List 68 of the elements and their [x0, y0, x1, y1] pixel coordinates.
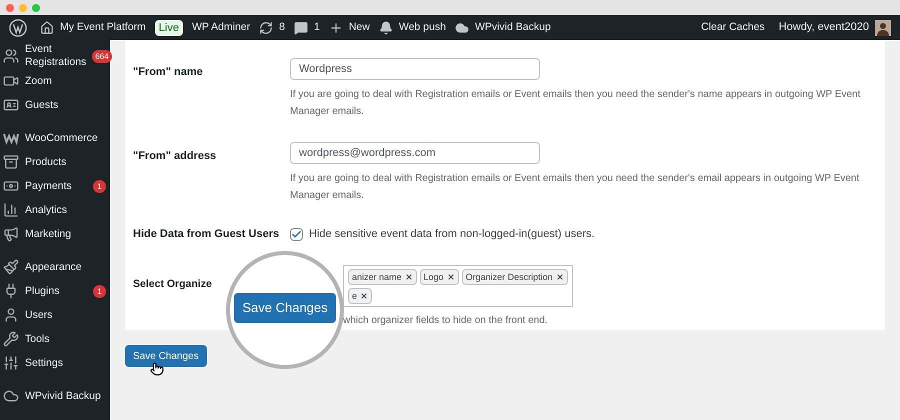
bell-icon [378, 20, 393, 34]
home-icon [40, 20, 54, 34]
megaphone-icon [3, 226, 19, 242]
sidebar-item[interactable]: WPvivid Backup [0, 384, 110, 408]
sidebar-item[interactable]: Guests [0, 93, 110, 117]
sidebar-item[interactable]: Marketing [0, 222, 110, 246]
sidebar-item[interactable]: Payments 1 [0, 174, 110, 198]
refresh-icon [259, 20, 274, 34]
admin-bar-link[interactable]: WPvivid Backup [474, 20, 551, 36]
live-badge: Live [154, 20, 183, 36]
field-label: Hide Data from Guest Users [133, 227, 280, 242]
sidebar-item[interactable]: Plugins 1 [0, 279, 110, 303]
field-label: "From" name [133, 65, 204, 80]
archive-icon [3, 154, 19, 170]
sliders-icon [3, 355, 19, 371]
remove-icon[interactable] [556, 272, 564, 280]
sidebar-item[interactable]: Analytics [0, 198, 110, 222]
checkbox[interactable] [290, 228, 303, 241]
text-input[interactable]: Wordpress [290, 58, 540, 80]
tag-chip[interactable]: Organizer Description [462, 268, 568, 284]
admin-bar-link[interactable]: WP Adminer [192, 20, 250, 36]
tag-chip[interactable]: e [348, 288, 372, 304]
admin-bar-link[interactable]: New [348, 20, 370, 36]
text-input[interactable]: wordpress@wordpress.com [290, 142, 540, 164]
paintbrush-icon [3, 259, 19, 275]
count-badge: 1 [93, 284, 106, 298]
admin-bar-link[interactable]: 1 [314, 20, 320, 36]
wordpress-logo-icon[interactable] [9, 18, 27, 36]
sidebar-item[interactable]: Zoom [0, 69, 110, 93]
cloud-icon [454, 20, 469, 34]
save-button[interactable]: Save Changes [234, 293, 336, 323]
hand-cursor-icon [150, 362, 164, 376]
id-card-icon [3, 97, 19, 113]
tag-chip[interactable]: Logo [420, 268, 459, 284]
sidebar-item[interactable]: Tools [0, 327, 110, 351]
field-label: Select Organize [133, 278, 212, 290]
save-button[interactable]: Save Changes [125, 345, 207, 367]
account-link[interactable]: Howdy, event2020 [778, 19, 869, 36]
checkbox-label: Hide sensitive event data from non-logged-in(guest) users. [309, 227, 595, 242]
plus-icon [328, 20, 343, 34]
count-badge: 1 [93, 180, 106, 192]
tag-chip[interactable]: anizer name [348, 268, 417, 284]
wrench-icon [3, 331, 19, 347]
sidebar-item[interactable]: Users [0, 303, 110, 327]
sidebar-item[interactable]: Appearance [0, 255, 110, 279]
count-badge: 664 [92, 50, 112, 62]
check-icon [291, 228, 302, 240]
sidebar-item[interactable]: Settings [0, 351, 110, 375]
field-description: which organizer fields to hide on the front end. [343, 314, 549, 328]
sidebar-item[interactable]: WooCommerce [0, 126, 110, 150]
field-description: If you are going to deal with Registration emails or Event emails then you need the sender's name appears in outgoing WP Event Manager emails. [290, 88, 862, 119]
admin-bar-link[interactable]: 8 [279, 20, 285, 36]
user-icon [3, 307, 19, 323]
bar-chart-icon [3, 202, 19, 218]
field-description: If you are going to deal with Registration emails or Event emails then you need the sender's email appears in outgoing WP Event Manager emails. [290, 172, 860, 203]
remove-icon[interactable] [360, 292, 368, 300]
admin-bar-link[interactable]: Clear Caches [701, 20, 765, 36]
field-label: "From" address [133, 149, 218, 164]
remove-icon[interactable] [446, 272, 455, 280]
sidebar-item[interactable]: Products [0, 150, 110, 174]
admin-bar-link[interactable]: Web push [398, 20, 446, 36]
avatar-icon[interactable] [875, 20, 891, 36]
cloud-icon [3, 388, 19, 404]
admin-bar-link[interactable]: My Event Platform [60, 20, 146, 36]
people-icon [3, 48, 19, 64]
remove-icon[interactable] [404, 272, 413, 280]
tags-field[interactable]: anizer name Logo Organizer Description e [343, 264, 573, 306]
comment-icon [294, 20, 308, 34]
